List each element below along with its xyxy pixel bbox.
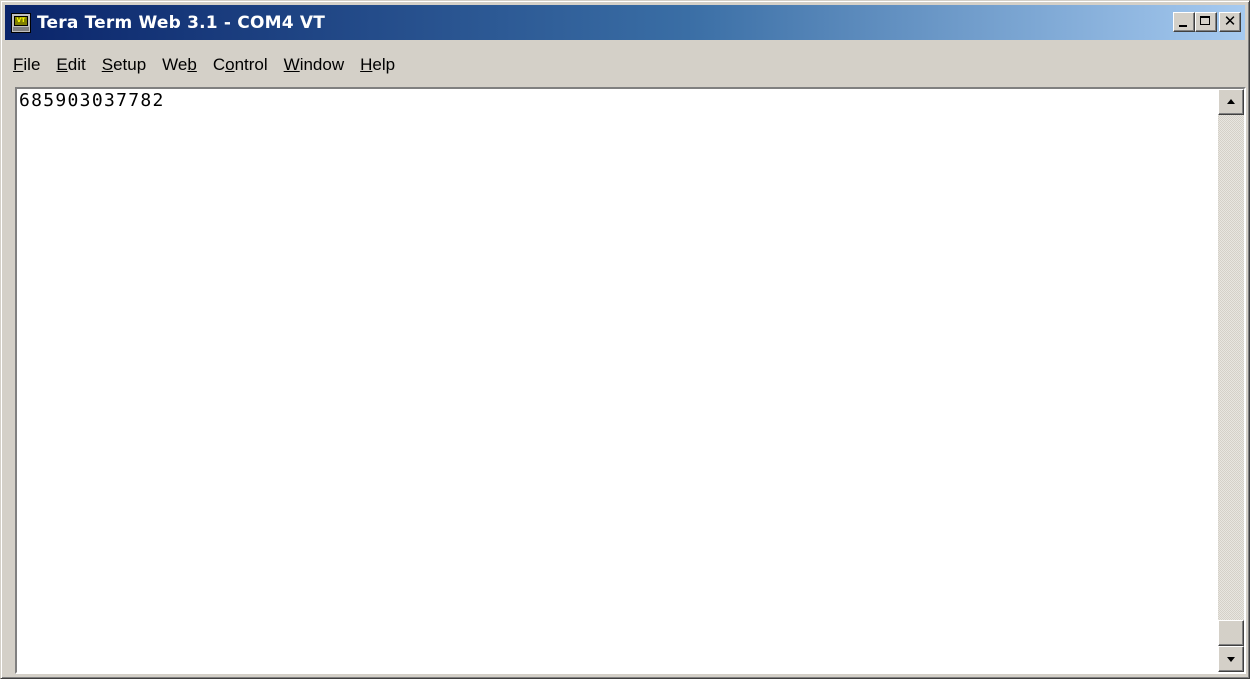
menu-web[interactable]: Web <box>154 55 205 75</box>
arrow-up-icon <box>1227 99 1235 104</box>
menu-window[interactable]: Window <box>276 55 352 75</box>
minimize-button[interactable] <box>1173 12 1195 32</box>
maximize-icon <box>1200 16 1210 25</box>
window-title: Tera Term Web 3.1 - COM4 VT <box>37 12 326 33</box>
terminal-screen[interactable]: 685903037782 <box>15 87 1246 674</box>
minimize-icon <box>1179 25 1187 27</box>
scrollbar-thumb[interactable] <box>1218 620 1244 646</box>
scroll-down-button[interactable] <box>1218 646 1244 672</box>
caption-buttons: ✕ <box>1173 12 1241 32</box>
menu-edit[interactable]: Edit <box>48 55 93 75</box>
app-icon-label: VT <box>14 15 28 26</box>
terminal-output: 685903037782 <box>19 90 165 111</box>
vertical-scrollbar[interactable] <box>1218 89 1244 672</box>
arrow-down-icon <box>1227 657 1235 662</box>
menu-help[interactable]: Help <box>352 55 403 75</box>
menu-control[interactable]: Control <box>205 55 276 75</box>
maximize-button[interactable] <box>1195 12 1217 32</box>
close-button[interactable]: ✕ <box>1219 12 1241 32</box>
menu-bar: File Edit Setup Web Control Window Help <box>5 51 403 79</box>
title-bar[interactable]: VT Tera Term Web 3.1 - COM4 VT ✕ <box>5 5 1245 40</box>
app-window: VT Tera Term Web 3.1 - COM4 VT ✕ File Ed… <box>0 0 1250 679</box>
close-icon: ✕ <box>1223 12 1237 30</box>
tera-term-app-icon[interactable]: VT <box>11 12 31 33</box>
scroll-up-button[interactable] <box>1218 89 1244 115</box>
menu-setup[interactable]: Setup <box>94 55 154 75</box>
menu-file[interactable]: File <box>5 55 48 75</box>
